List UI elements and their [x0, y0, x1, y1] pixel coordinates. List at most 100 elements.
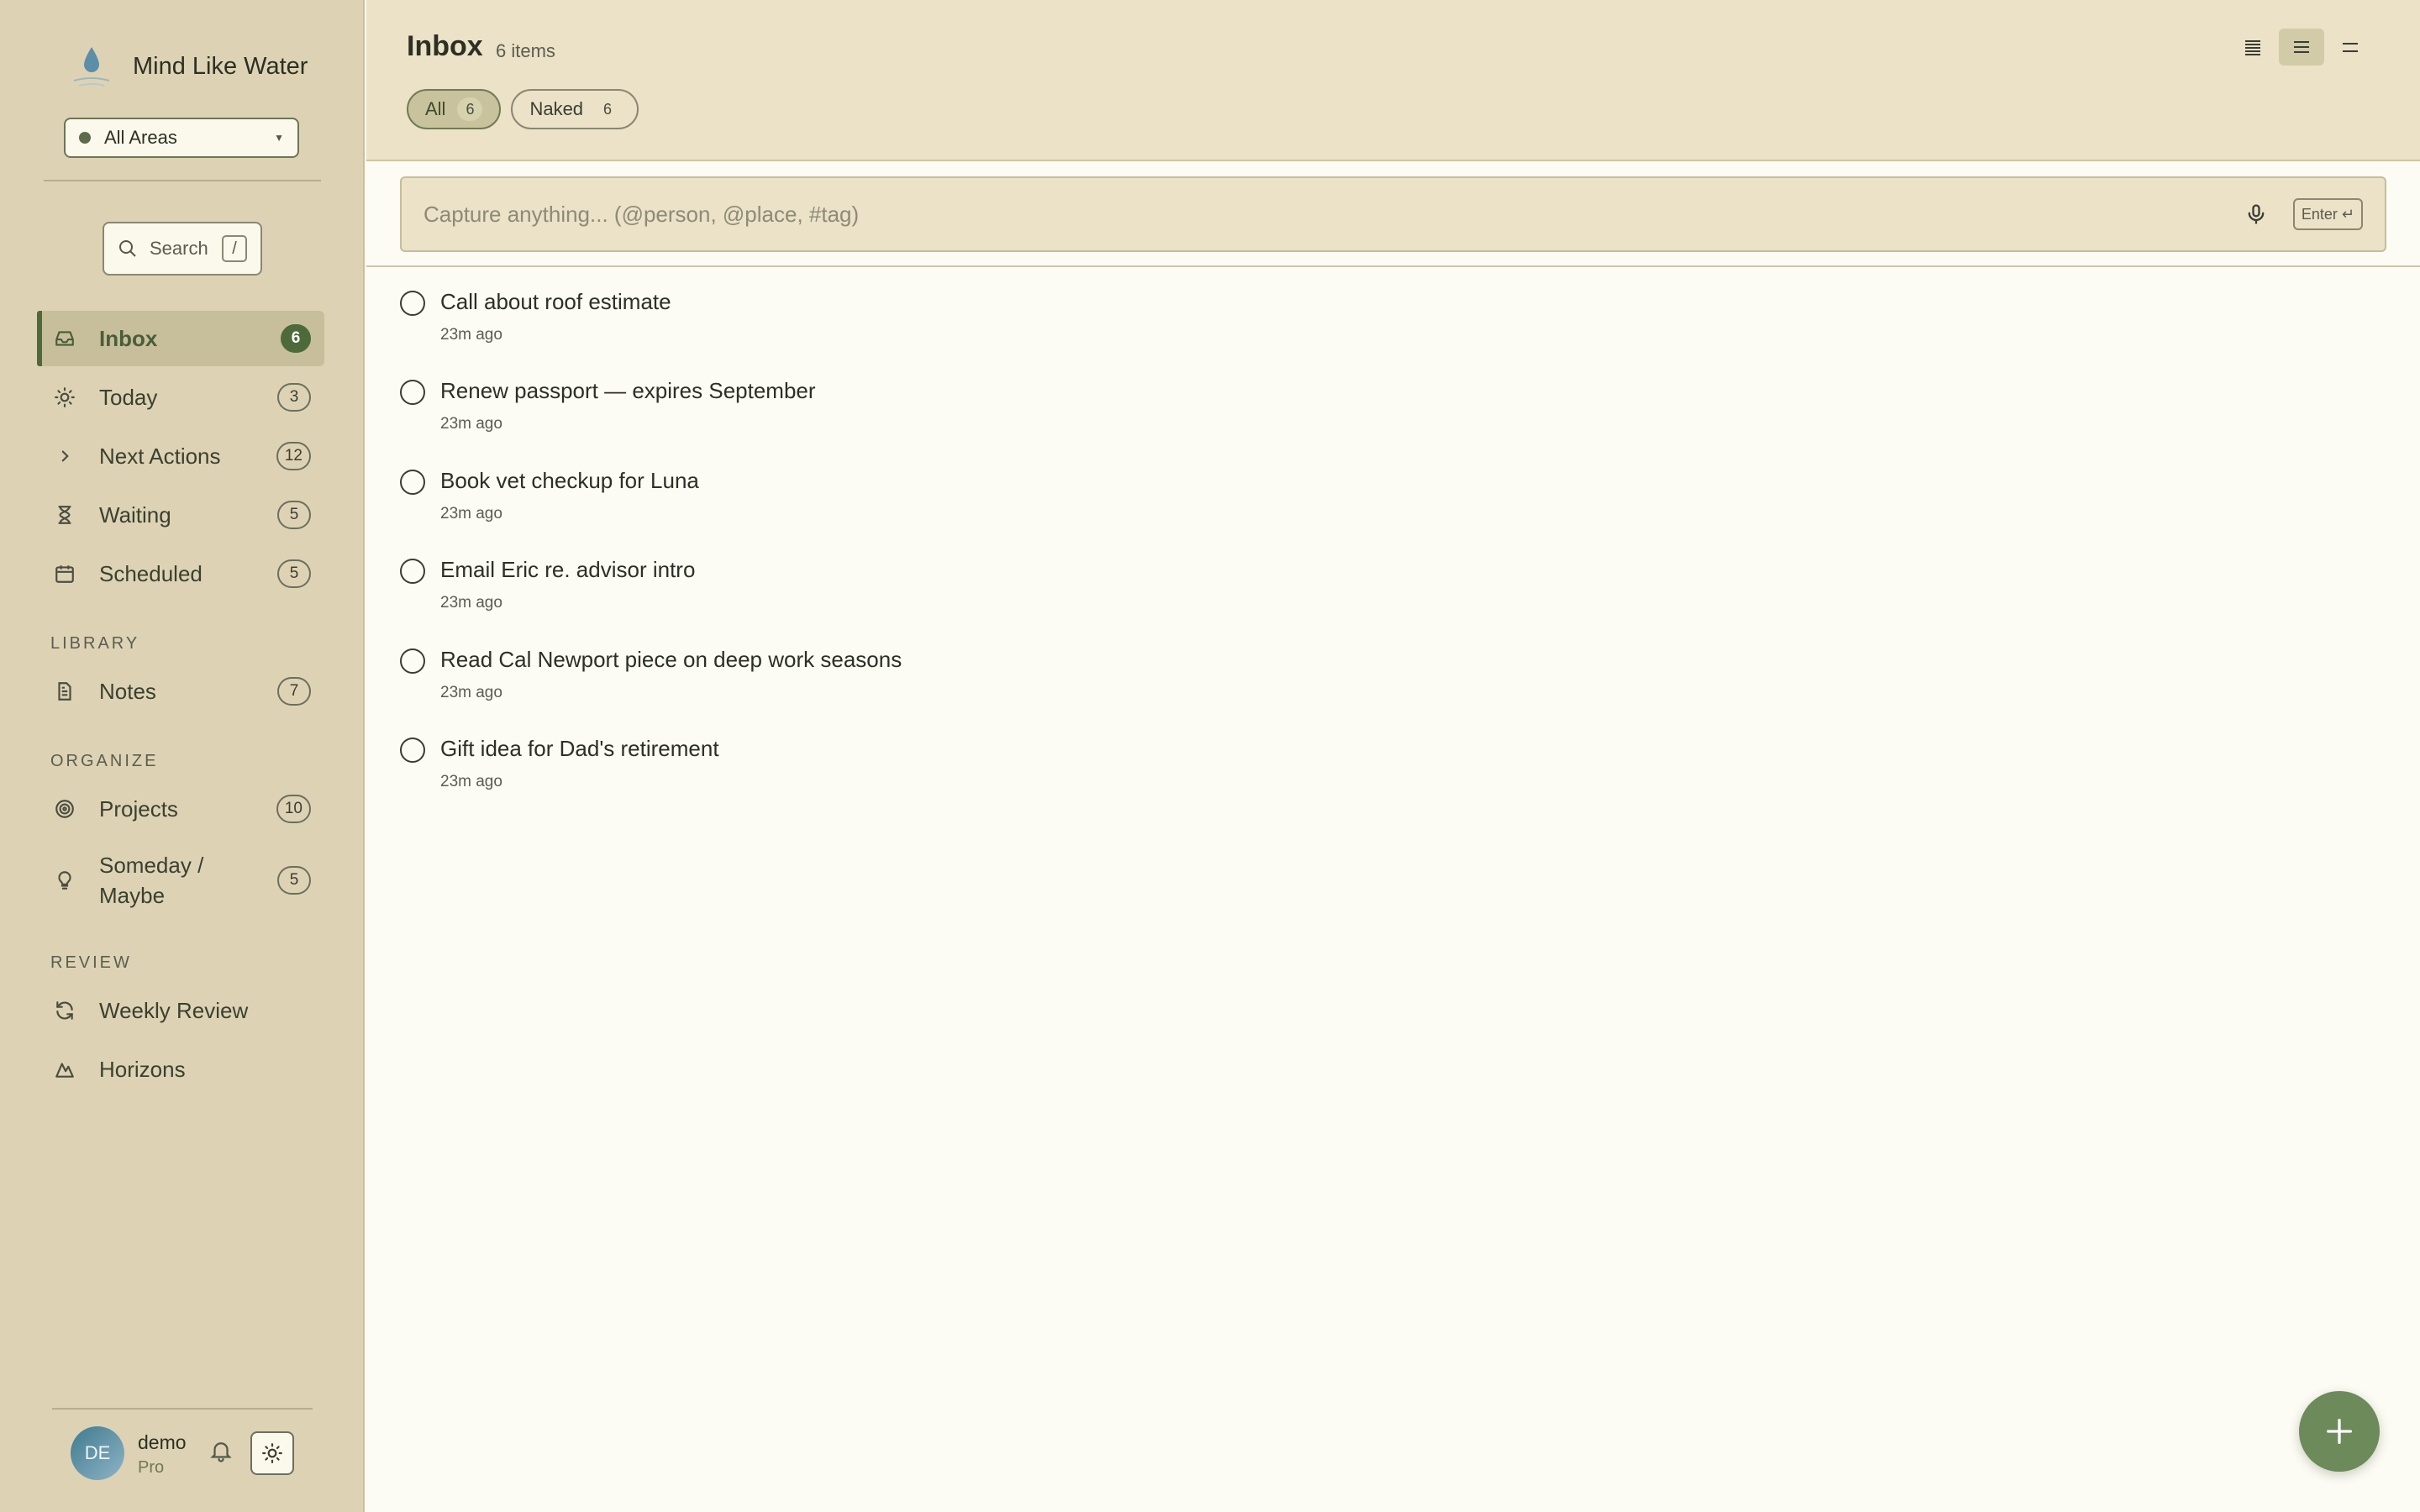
sidebar-item-label: Notes	[99, 679, 156, 704]
area-color-dot	[79, 132, 91, 144]
sidebar-item-label: Today	[99, 385, 158, 410]
list-item[interactable]: Call about roof estimate 23m ago	[397, 281, 2380, 370]
capture-section: Enter ↵	[366, 163, 2420, 267]
sidebar-item-next-actions[interactable]: Next Actions 12	[37, 428, 324, 484]
task-checkbox[interactable]	[400, 737, 425, 763]
sidebar-item-inbox[interactable]: Inbox 6	[37, 311, 324, 366]
app-name: Mind Like Water	[133, 52, 308, 80]
area-selector[interactable]: All Areas ▼	[64, 118, 299, 158]
task-title[interactable]: Book vet checkup for Luna	[440, 468, 699, 494]
plus-icon	[2327, 1419, 2352, 1444]
task-checkbox[interactable]	[400, 291, 425, 316]
sidebar-item-today[interactable]: Today 3	[37, 370, 324, 425]
filter-chips: All 6 Naked 6	[407, 89, 649, 129]
hourglass-icon	[54, 502, 84, 528]
area-selector-value: All Areas	[104, 127, 177, 148]
task-timestamp: 23m ago	[440, 504, 502, 522]
count-badge: 3	[277, 383, 311, 412]
search-label: Search	[150, 238, 208, 259]
task-checkbox[interactable]	[400, 469, 425, 495]
add-item-button[interactable]	[2299, 1391, 2380, 1472]
item-count: 6 items	[496, 40, 555, 61]
count-badge: 5	[277, 866, 311, 895]
task-title[interactable]: Email Eric re. advisor intro	[440, 557, 695, 583]
count-badge: 10	[276, 795, 311, 823]
list-item[interactable]: Renew passport — expires September 23m a…	[397, 370, 2380, 459]
capture-bar: Enter ↵	[400, 176, 2386, 252]
sidebar: Mind Like Water All Areas ▼ Search / Inb…	[0, 0, 365, 1512]
sidebar-item-label: Projects	[99, 796, 178, 822]
task-timestamp: 23m ago	[440, 326, 502, 344]
list-item[interactable]: Read Cal Newport piece on deep work seas…	[397, 638, 2380, 727]
sidebar-item-label: Inbox	[99, 326, 158, 351]
view-compact-button[interactable]	[2230, 29, 2275, 66]
lightbulb-icon	[54, 868, 84, 893]
target-icon	[54, 796, 84, 822]
sidebar-item-someday-maybe[interactable]: Someday / Maybe 5	[37, 840, 324, 921]
task-title[interactable]: Call about roof estimate	[440, 289, 671, 315]
user-name: demo	[138, 1431, 187, 1453]
task-title[interactable]: Renew passport — expires September	[440, 378, 816, 404]
sidebar-item-projects[interactable]: Projects 10	[37, 781, 324, 837]
count-badge: 5	[277, 559, 311, 588]
sun-icon	[262, 1443, 282, 1463]
microphone-icon[interactable]	[2244, 202, 2268, 226]
spacious-list-icon	[2343, 43, 2358, 52]
sidebar-item-weekly-review[interactable]: Weekly Review	[37, 983, 324, 1038]
user-divider	[52, 1408, 313, 1410]
sun-icon	[54, 385, 84, 410]
sidebar-divider	[44, 180, 321, 181]
list-item[interactable]: Gift idea for Dad's retirement 23m ago	[397, 727, 2380, 816]
search-button[interactable]: Search /	[103, 222, 262, 276]
task-checkbox[interactable]	[400, 648, 425, 674]
calendar-icon	[54, 561, 84, 586]
sidebar-item-label: Scheduled	[99, 561, 203, 586]
bell-icon[interactable]	[208, 1438, 234, 1467]
sidebar-item-scheduled[interactable]: Scheduled 5	[37, 546, 324, 601]
task-checkbox[interactable]	[400, 559, 425, 585]
task-timestamp: 23m ago	[440, 683, 502, 701]
filter-chip-count: 6	[457, 97, 483, 121]
section-label-review: REVIEW	[50, 953, 132, 972]
sidebar-item-horizons[interactable]: Horizons	[37, 1042, 324, 1097]
count-badge: 7	[277, 677, 311, 706]
avatar[interactable]: DE	[71, 1426, 124, 1480]
theme-toggle-button[interactable]	[250, 1431, 294, 1475]
sidebar-item-label: Weekly Review	[99, 998, 249, 1023]
task-title[interactable]: Read Cal Newport piece on deep work seas…	[440, 647, 902, 673]
task-title[interactable]: Gift idea for Dad's retirement	[440, 736, 719, 762]
sidebar-item-waiting[interactable]: Waiting 5	[37, 487, 324, 543]
inbox-icon	[54, 326, 84, 351]
caret-down-icon: ▼	[274, 132, 284, 144]
task-checkbox[interactable]	[400, 380, 425, 406]
filter-chip-count: 6	[603, 100, 613, 118]
count-badge: 5	[277, 501, 311, 529]
list-icon	[2294, 41, 2309, 53]
count-badge: 6	[281, 324, 311, 353]
section-label-library: LIBRARY	[50, 634, 140, 653]
search-icon	[119, 240, 136, 257]
enter-key-hint[interactable]: Enter ↵	[2292, 198, 2363, 230]
page-header: Inbox 6 items All 6 Naked 6	[366, 0, 2420, 161]
list-item[interactable]: Book vet checkup for Luna 23m ago	[397, 459, 2380, 549]
view-density-toggle	[2227, 29, 2373, 66]
task-timestamp: 23m ago	[440, 772, 502, 790]
filter-chip-all[interactable]: All 6	[407, 89, 502, 129]
task-timestamp: 23m ago	[440, 415, 502, 433]
water-drop-icon	[73, 47, 110, 87]
task-timestamp: 23m ago	[440, 594, 502, 612]
sidebar-nav: Inbox 6 Today 3 Next Actions 12 Waiting …	[37, 311, 324, 1100]
sidebar-item-notes[interactable]: Notes 7	[37, 664, 324, 719]
filter-chip-naked[interactable]: Naked 6	[511, 89, 639, 129]
sidebar-item-label: Horizons	[99, 1057, 186, 1082]
brand[interactable]: Mind Like Water	[67, 42, 308, 91]
sidebar-item-label: Next Actions	[99, 444, 221, 469]
user-plan: Pro	[138, 1458, 165, 1477]
search-shortcut-key: /	[222, 235, 247, 262]
compact-list-icon	[2245, 40, 2260, 55]
document-icon	[54, 679, 84, 704]
view-spacious-button[interactable]	[2328, 29, 2373, 66]
view-comfortable-button[interactable]	[2279, 29, 2324, 66]
capture-input[interactable]	[424, 201, 2244, 228]
list-item[interactable]: Email Eric re. advisor intro 23m ago	[397, 549, 2380, 638]
